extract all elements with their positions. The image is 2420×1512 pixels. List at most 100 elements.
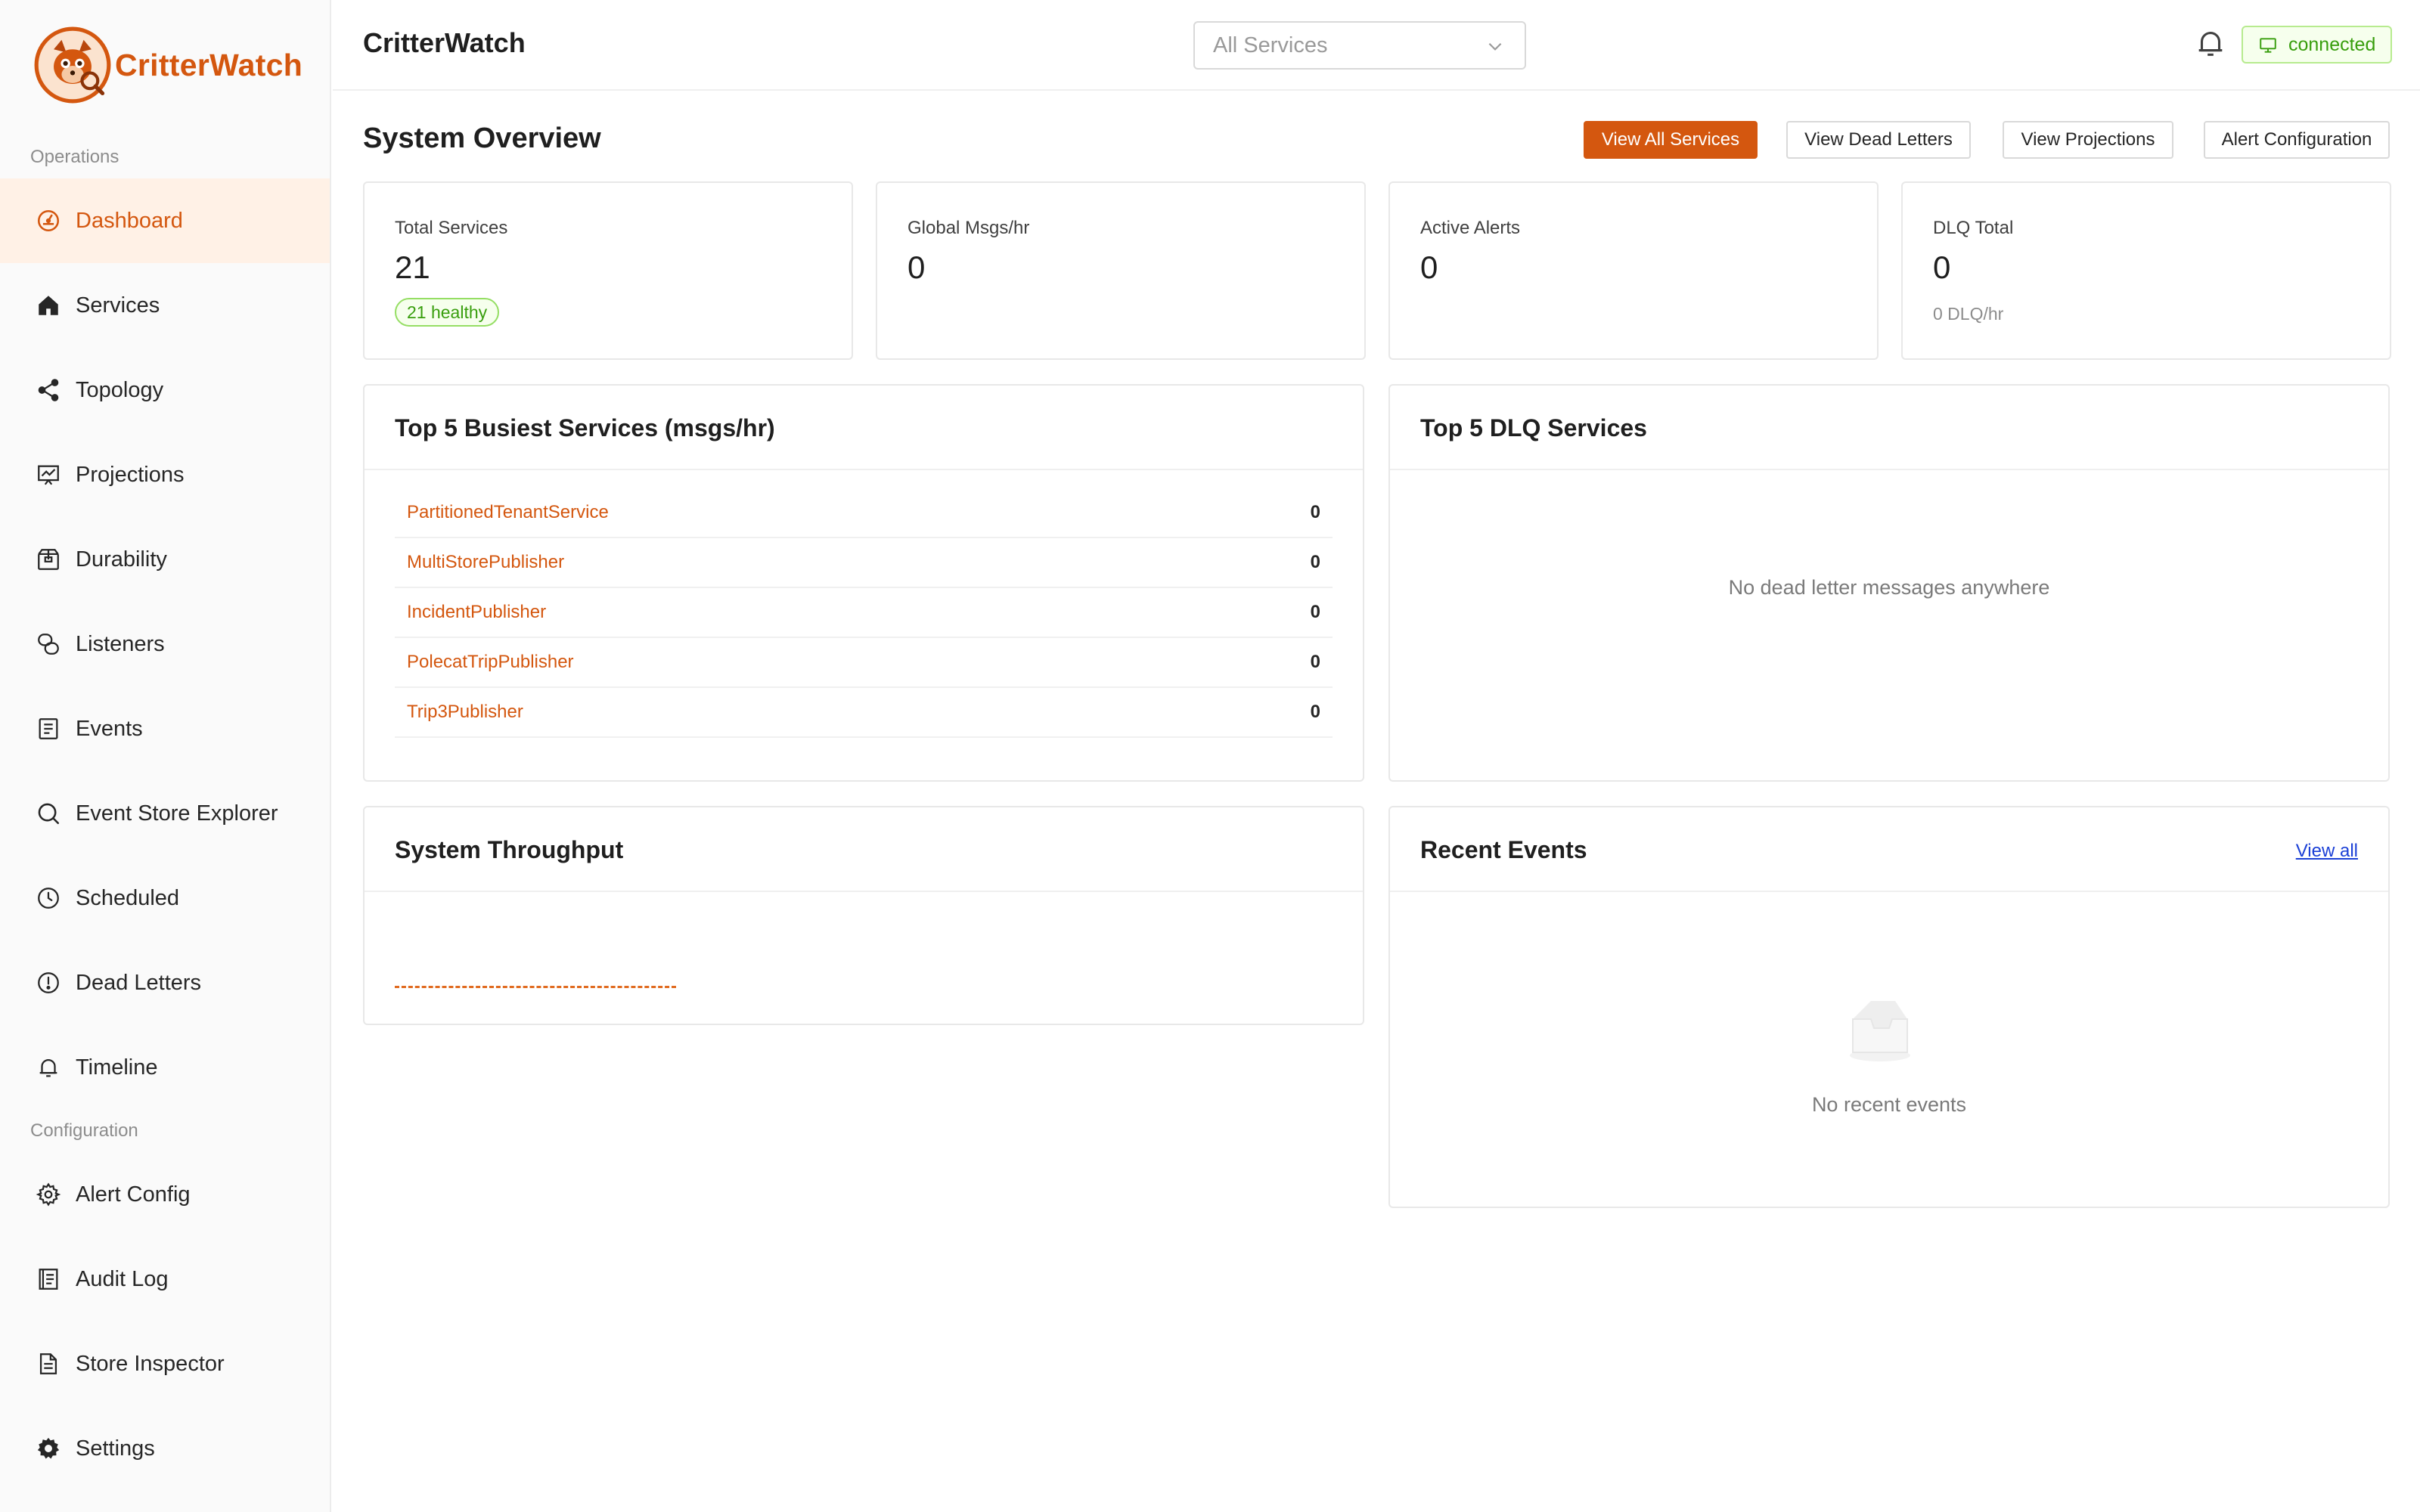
service-link[interactable]: PolecatTripPublisher xyxy=(407,652,574,673)
panel-header: Top 5 Busiest Services (msgs/hr) xyxy=(365,386,1363,470)
stat-value: 0 xyxy=(908,249,926,285)
msgs-per-hour: 0 xyxy=(1310,602,1320,622)
sidebar-item-listeners[interactable]: Listeners xyxy=(0,602,330,686)
share-nodes-icon xyxy=(35,376,62,404)
brand[interactable]: CritterWatch xyxy=(33,26,302,104)
list-item: MultiStorePublisher 0 xyxy=(395,538,1333,588)
sidebar-item-events[interactable]: Events xyxy=(0,686,330,771)
sidebar-item-label: Scheduled xyxy=(76,885,180,910)
sidebar-item-label: Audit Log xyxy=(76,1266,169,1291)
file-text-icon xyxy=(35,715,62,742)
connection-status-text: connected xyxy=(2288,33,2376,55)
search-icon xyxy=(35,800,62,827)
msgs-per-hour: 0 xyxy=(1310,502,1320,522)
sidebar-item-label: Dead Letters xyxy=(76,970,202,995)
stat-card-active-alerts: Active Alerts 0 xyxy=(1388,181,1879,360)
panel-header: Recent Events View all xyxy=(1390,807,2388,892)
exclamation-circle-icon xyxy=(35,969,62,996)
bell-icon xyxy=(35,1054,62,1081)
service-filter-value: All Services xyxy=(1213,33,1328,57)
sidebar-item-label: Durability xyxy=(76,547,167,572)
sidebar-item-label: Alert Config xyxy=(76,1182,191,1207)
sidebar-item-topology[interactable]: Topology xyxy=(0,348,330,432)
sidebar-item-settings[interactable]: Settings xyxy=(0,1406,330,1491)
sidebar-item-scheduled[interactable]: Scheduled xyxy=(0,856,330,940)
sidebar-item-label: Projections xyxy=(76,462,185,487)
service-filter-select[interactable]: All Services xyxy=(1193,21,1526,70)
alert-configuration-button[interactable]: Alert Configuration xyxy=(2204,121,2390,159)
panel-title: System Throughput xyxy=(395,836,624,863)
gear-icon xyxy=(35,1181,62,1208)
sidebar-item-event-store-explorer[interactable]: Event Store Explorer xyxy=(0,771,330,856)
stat-label: Global Msgs/hr xyxy=(908,218,1030,238)
clock-icon xyxy=(35,885,62,912)
service-link[interactable]: IncidentPublisher xyxy=(407,602,546,623)
stat-card-total-services: Total Services 21 21 healthy xyxy=(363,181,853,360)
interaction-icon xyxy=(35,631,62,658)
view-all-events-link[interactable]: View all xyxy=(2296,841,2358,862)
sidebar-item-label: Store Inspector xyxy=(76,1351,225,1376)
sidebar-item-label: Event Store Explorer xyxy=(76,801,278,826)
panel-header: Top 5 DLQ Services xyxy=(1390,386,2388,470)
stat-label: Total Services xyxy=(395,218,508,238)
sidebar-item-label: Events xyxy=(76,716,143,741)
msgs-per-hour: 0 xyxy=(1310,702,1320,722)
nav-section-operations: Operations xyxy=(30,147,119,167)
sidebar-item-store-inspector[interactable]: Store Inspector xyxy=(0,1321,330,1406)
panel-title: Top 5 Busiest Services (msgs/hr) xyxy=(395,414,775,442)
box-icon xyxy=(35,546,62,573)
sidebar-item-label: Topology xyxy=(76,377,164,402)
sidebar-item-label: Dashboard xyxy=(76,208,183,233)
brand-name: CritterWatch xyxy=(115,47,303,82)
sidebar-item-services[interactable]: Services xyxy=(0,263,330,348)
sidebar-item-label: Services xyxy=(76,293,160,318)
stat-value: 21 xyxy=(395,249,430,285)
sidebar-item-timeline[interactable]: Timeline xyxy=(0,1025,330,1110)
file-icon xyxy=(35,1350,62,1377)
chevron-down-icon xyxy=(1488,42,1502,51)
book-icon xyxy=(35,1266,62,1293)
msgs-per-hour: 0 xyxy=(1310,652,1320,672)
stat-value: 0 xyxy=(1420,249,1438,285)
stat-value: 0 xyxy=(1933,249,1951,285)
busiest-services-list: PartitionedTenantService 0 MultiStorePub… xyxy=(395,488,1333,738)
service-link[interactable]: Trip3Publisher xyxy=(407,702,523,723)
dlq-services-panel: Top 5 DLQ Services No dead letter messag… xyxy=(1388,384,2390,782)
panel-title: Recent Events xyxy=(1420,836,1587,863)
page-title: System Overview xyxy=(363,122,601,154)
panel-header: System Throughput xyxy=(365,807,1363,892)
sidebar-item-alert-config[interactable]: Alert Config xyxy=(0,1152,330,1237)
stat-label: DLQ Total xyxy=(1933,218,2014,238)
sidebar-item-label: Listeners xyxy=(76,631,165,656)
sidebar: CritterWatch Operations Dashboard Servic… xyxy=(0,0,331,1512)
view-dead-letters-button[interactable]: View Dead Letters xyxy=(1786,121,1971,159)
recent-events-panel: Recent Events View all No recent events xyxy=(1388,806,2390,1208)
system-throughput-panel: System Throughput xyxy=(363,806,1364,1025)
view-projections-button[interactable]: View Projections xyxy=(2003,121,2173,159)
list-item: Trip3Publisher 0 xyxy=(395,688,1333,738)
sidebar-item-audit-log[interactable]: Audit Log xyxy=(0,1237,330,1321)
stat-card-global-msgs: Global Msgs/hr 0 xyxy=(876,181,1366,360)
sidebar-item-dashboard[interactable]: Dashboard xyxy=(0,178,330,263)
stat-card-dlq-total: DLQ Total 0 0 DLQ/hr xyxy=(1901,181,2391,360)
top-header: CritterWatch All Services connected xyxy=(333,0,2420,91)
critter-logo-icon xyxy=(34,26,111,104)
view-all-services-button[interactable]: View All Services xyxy=(1584,121,1758,159)
nav-section-configuration: Configuration xyxy=(30,1120,138,1141)
sidebar-item-durability[interactable]: Durability xyxy=(0,517,330,602)
connection-status-badge: connected xyxy=(2242,26,2393,64)
service-link[interactable]: PartitionedTenantService xyxy=(407,502,609,523)
app-title: CritterWatch xyxy=(363,27,526,58)
healthy-badge: 21 healthy xyxy=(395,298,500,327)
empty-inbox-icon xyxy=(1850,1001,1910,1061)
service-link[interactable]: MultiStorePublisher xyxy=(407,552,564,573)
sidebar-item-projections[interactable]: Projections xyxy=(0,432,330,517)
dlq-empty-message: No dead letter messages anywhere xyxy=(1728,576,2050,599)
monitor-icon xyxy=(2260,38,2276,53)
main-content: System Overview View All Services View D… xyxy=(333,91,2420,1512)
fund-projection-icon xyxy=(35,461,62,488)
list-item: PolecatTripPublisher 0 xyxy=(395,638,1333,688)
notifications-bell-icon[interactable] xyxy=(2193,26,2228,60)
list-item: PartitionedTenantService 0 xyxy=(395,488,1333,538)
sidebar-item-dead-letters[interactable]: Dead Letters xyxy=(0,940,330,1025)
